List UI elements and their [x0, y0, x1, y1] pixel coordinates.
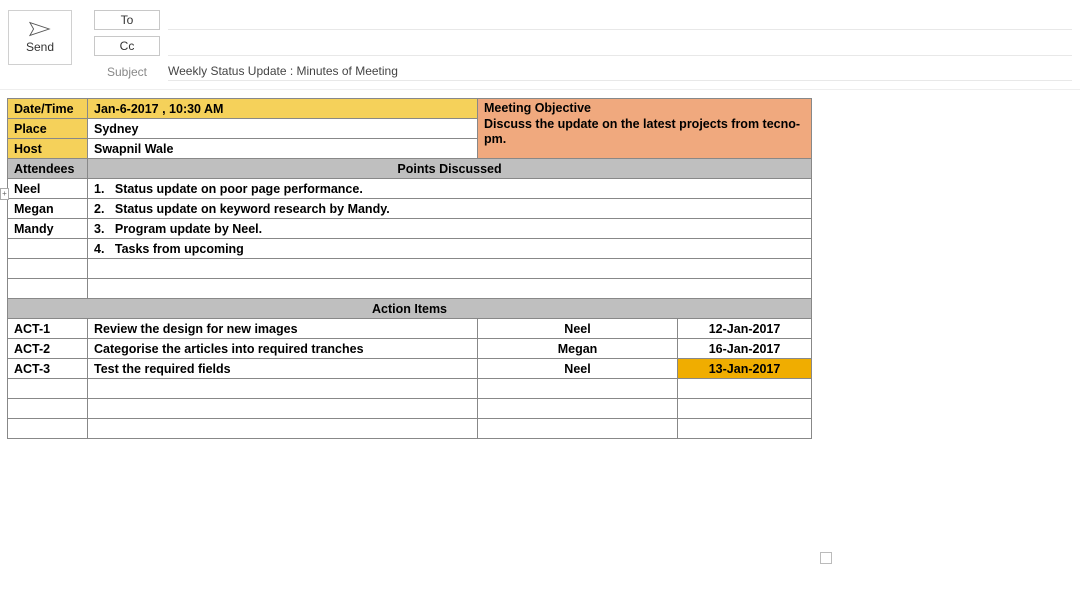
host-label-cell: Host	[8, 139, 88, 159]
empty-cell	[88, 279, 812, 299]
empty-cell	[8, 379, 88, 399]
subject-input[interactable]	[168, 64, 1072, 78]
empty-cell	[478, 399, 678, 419]
empty-cell	[478, 379, 678, 399]
action-due-cell-highlight: 13-Jan-2017	[678, 359, 812, 379]
point-cell: 3. Program update by Neel.	[88, 219, 812, 239]
empty-cell	[8, 419, 88, 439]
compose-header: Send To Cc Subject	[0, 0, 1080, 90]
to-button[interactable]: To	[94, 10, 160, 30]
attendees-header: Attendees	[8, 159, 88, 179]
send-label: Send	[26, 40, 54, 54]
empty-cell	[8, 279, 88, 299]
action-desc-cell: Categorise the articles into required tr…	[88, 339, 478, 359]
action-id-cell: ACT-1	[8, 319, 88, 339]
empty-cell	[8, 259, 88, 279]
empty-cell	[88, 399, 478, 419]
point-cell: 2. Status update on keyword research by …	[88, 199, 812, 219]
place-label-cell: Place	[8, 119, 88, 139]
empty-cell	[678, 419, 812, 439]
attendee-cell	[8, 239, 88, 259]
action-owner-cell: Neel	[478, 319, 678, 339]
empty-cell	[478, 419, 678, 439]
objective-cell: Meeting Objective Discuss the update on …	[478, 99, 812, 159]
minutes-table: Date/Time Jan-6-2017 , 10:30 AM Meeting …	[7, 98, 812, 439]
point-cell: 1. Status update on poor page performanc…	[88, 179, 812, 199]
action-id-cell: ACT-2	[8, 339, 88, 359]
attendee-cell: Megan	[8, 199, 88, 219]
action-items-header: Action Items	[8, 299, 812, 319]
empty-cell	[88, 419, 478, 439]
attendee-cell: Neel	[8, 179, 88, 199]
to-input[interactable]	[168, 13, 1072, 27]
subject-label: Subject	[94, 65, 160, 79]
header-fields: To Cc Subject	[94, 10, 1072, 81]
empty-cell	[678, 379, 812, 399]
point-cell: 4. Tasks from upcoming	[88, 239, 812, 259]
empty-cell	[678, 399, 812, 419]
send-icon	[29, 21, 51, 37]
attendee-cell: Mandy	[8, 219, 88, 239]
action-desc-cell: Test the required fields	[88, 359, 478, 379]
cc-input[interactable]	[168, 39, 1072, 53]
table-resize-handle[interactable]	[820, 552, 832, 564]
empty-cell	[88, 379, 478, 399]
action-desc-cell: Review the design for new images	[88, 319, 478, 339]
points-discussed-header: Points Discussed	[88, 159, 812, 179]
action-id-cell: ACT-3	[8, 359, 88, 379]
action-due-cell: 16-Jan-2017	[678, 339, 812, 359]
document-body[interactable]: Date/Time Jan-6-2017 , 10:30 AM Meeting …	[0, 98, 1080, 439]
datetime-value-cell: Jan-6-2017 , 10:30 AM	[88, 99, 478, 119]
empty-cell	[8, 399, 88, 419]
host-value-cell: Swapnil Wale	[88, 139, 478, 159]
datetime-label-cell: Date/Time	[8, 99, 88, 119]
place-value-cell: Sydney	[88, 119, 478, 139]
send-button[interactable]: Send	[8, 10, 72, 65]
objective-text: Discuss the update on the latest project…	[484, 117, 800, 147]
action-owner-cell: Neel	[478, 359, 678, 379]
cc-button[interactable]: Cc	[94, 36, 160, 56]
action-owner-cell: Megan	[478, 339, 678, 359]
objective-label: Meeting Objective	[484, 101, 591, 115]
action-due-cell: 12-Jan-2017	[678, 319, 812, 339]
empty-cell	[88, 259, 812, 279]
table-handle-icon[interactable]: +	[0, 188, 9, 200]
